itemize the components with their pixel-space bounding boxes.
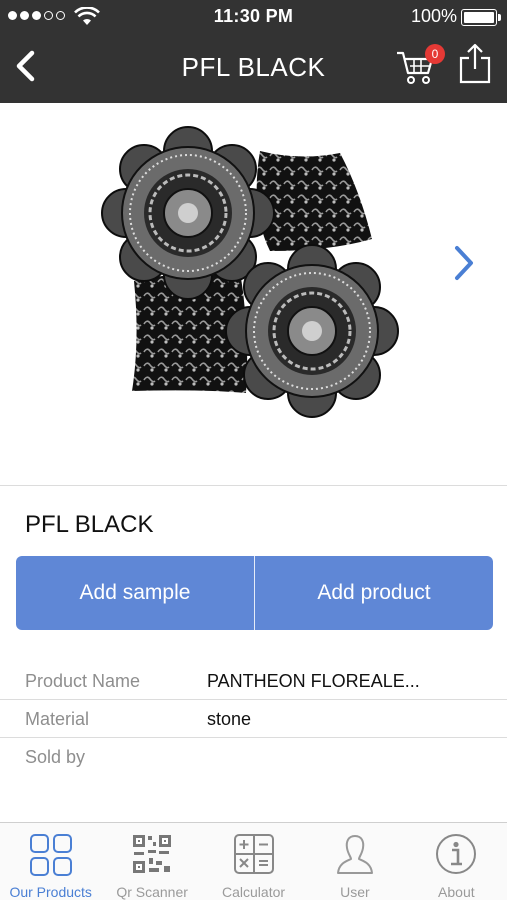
tab-qr-scanner[interactable]: Qr Scanner bbox=[101, 823, 202, 900]
spec-row: Product Name PANTHEON FLOREALE... bbox=[0, 662, 507, 700]
tab-label: Calculator bbox=[222, 884, 286, 900]
grid-icon bbox=[29, 834, 72, 876]
spec-row: Sold by bbox=[0, 738, 507, 776]
navigation-bar: PFL BLACK 0 bbox=[0, 34, 507, 103]
action-buttons: Add sample Add product bbox=[16, 556, 493, 630]
spec-value: PANTHEON FLOREALE... bbox=[207, 671, 420, 691]
share-icon[interactable] bbox=[457, 42, 493, 86]
top-bar: 11:30 PM 100% PFL BLACK 0 bbox=[0, 0, 507, 103]
status-bar: 11:30 PM 100% bbox=[0, 0, 507, 34]
tab-label: About bbox=[438, 884, 475, 900]
qr-code-icon bbox=[133, 835, 172, 873]
battery-percent: 100% bbox=[410, 6, 457, 26]
spec-row: Material stone bbox=[0, 700, 507, 738]
product-specs: Product Name PANTHEON FLOREALE... Materi… bbox=[0, 662, 507, 776]
cart-count-badge: 0 bbox=[425, 44, 445, 64]
info-icon bbox=[436, 834, 477, 874]
spec-label: Product Name bbox=[25, 671, 141, 691]
tab-label: Qr Scanner bbox=[116, 884, 188, 900]
user-icon bbox=[336, 835, 373, 874]
calculator-icon bbox=[233, 834, 274, 874]
add-product-button[interactable]: Add product bbox=[255, 556, 493, 630]
tab-bar: Our Products Qr Scanner Calculator User … bbox=[0, 822, 507, 900]
tab-label: Our Products bbox=[9, 884, 92, 900]
battery-icon bbox=[461, 9, 501, 26]
add-sample-button[interactable]: Add sample bbox=[16, 556, 254, 630]
tab-label: User bbox=[340, 884, 370, 900]
spec-label: Sold by bbox=[25, 747, 86, 767]
next-image-chevron-icon[interactable] bbox=[451, 243, 477, 283]
product-title: PFL BLACK bbox=[25, 511, 154, 538]
tab-our-products[interactable]: Our Products bbox=[0, 823, 101, 900]
divider bbox=[0, 485, 507, 486]
product-gallery[interactable] bbox=[0, 103, 507, 485]
tab-user[interactable]: User bbox=[304, 823, 405, 900]
tab-calculator[interactable]: Calculator bbox=[203, 823, 304, 900]
product-image bbox=[101, 126, 399, 418]
spec-value: stone bbox=[207, 709, 252, 729]
tab-about[interactable]: About bbox=[406, 823, 507, 900]
spec-label: Material bbox=[25, 709, 90, 729]
